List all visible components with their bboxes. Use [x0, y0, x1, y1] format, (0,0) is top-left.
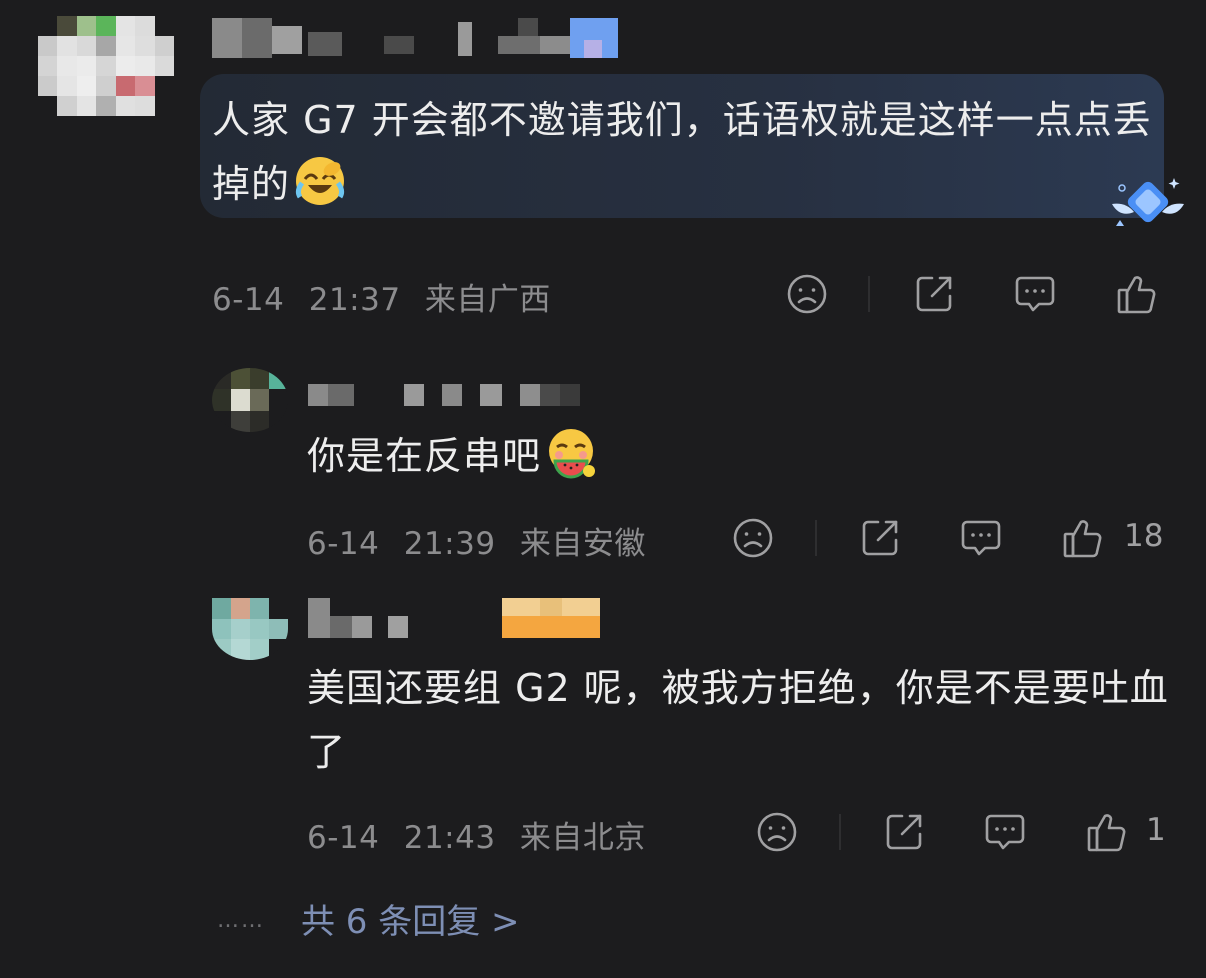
dislike-button[interactable] — [785, 272, 829, 316]
comment-icon — [961, 520, 1001, 556]
dislike-button[interactable] — [731, 516, 775, 560]
reply-button[interactable] — [983, 810, 1027, 854]
ellipsis: …… — [217, 908, 265, 933]
avatar[interactable] — [38, 16, 174, 136]
like-count: 18 — [1124, 518, 1164, 554]
comment-text: 人家 G7 开会都不邀请我们，话语权就是这样一点点丢掉的 — [212, 98, 1152, 206]
reply-meta: 6-14 21:39 来自安徽 — [307, 518, 646, 563]
more-replies-label: 共 6 条回复 > — [301, 902, 520, 942]
sad-face-icon — [733, 518, 773, 558]
share-icon — [916, 276, 952, 312]
username[interactable] — [212, 18, 618, 58]
username[interactable] — [308, 384, 580, 406]
like-button[interactable] — [1085, 810, 1129, 854]
reply-text: 美国还要组 G2 呢，被我方拒绝，你是不是要吐血了 — [307, 666, 1169, 774]
comment-icon — [985, 814, 1025, 850]
share-button[interactable] — [912, 272, 956, 316]
reply-time: 21:43 — [403, 820, 496, 856]
divider — [815, 520, 817, 556]
laughing-crying-emoji — [295, 157, 345, 205]
sad-face-icon — [787, 274, 827, 314]
reply-button[interactable] — [1013, 272, 1057, 316]
share-icon — [862, 520, 898, 556]
avatar[interactable] — [212, 598, 288, 660]
reply-button[interactable] — [959, 516, 1003, 560]
share-button[interactable] — [882, 810, 926, 854]
share-button[interactable] — [858, 516, 902, 560]
divider — [839, 814, 841, 850]
view-more-replies-link[interactable]: …… 共 6 条回复 > — [217, 894, 520, 943]
reply-text: 你是在反串吧 — [307, 424, 1187, 488]
watermelon-eating-emoji — [549, 429, 596, 479]
like-count: 1 — [1146, 812, 1166, 848]
comment-location: 来自广西 — [424, 282, 551, 318]
diamond-badge-icon — [1112, 178, 1184, 226]
comment-time: 21:37 — [308, 282, 401, 318]
comment-meta: 6-14 21:37 来自广西 — [212, 274, 551, 319]
reply-location: 来自北京 — [519, 820, 646, 856]
like-button[interactable] — [1115, 272, 1159, 316]
username[interactable] — [308, 598, 600, 638]
thumbs-up-icon — [1063, 520, 1102, 558]
reply-time: 21:39 — [403, 526, 496, 562]
reply-meta: 6-14 21:43 来自北京 — [307, 812, 646, 857]
sad-face-icon — [757, 812, 797, 852]
like-button[interactable] — [1061, 516, 1105, 560]
thumbs-up-icon — [1117, 276, 1156, 314]
divider — [868, 276, 870, 312]
reply-date: 6-14 — [307, 526, 380, 562]
avatar[interactable] — [212, 368, 288, 432]
comment-icon — [1015, 276, 1055, 312]
comment-date: 6-14 — [212, 282, 285, 318]
dislike-button[interactable] — [755, 810, 799, 854]
reply-location: 来自安徽 — [519, 526, 646, 562]
share-icon — [886, 814, 922, 850]
comment-thread: 人家 G7 开会都不邀请我们，话语权就是这样一点点丢掉的 6-14 21:37 … — [0, 0, 1206, 978]
thumbs-up-icon — [1087, 814, 1126, 852]
reply-date: 6-14 — [307, 820, 380, 856]
